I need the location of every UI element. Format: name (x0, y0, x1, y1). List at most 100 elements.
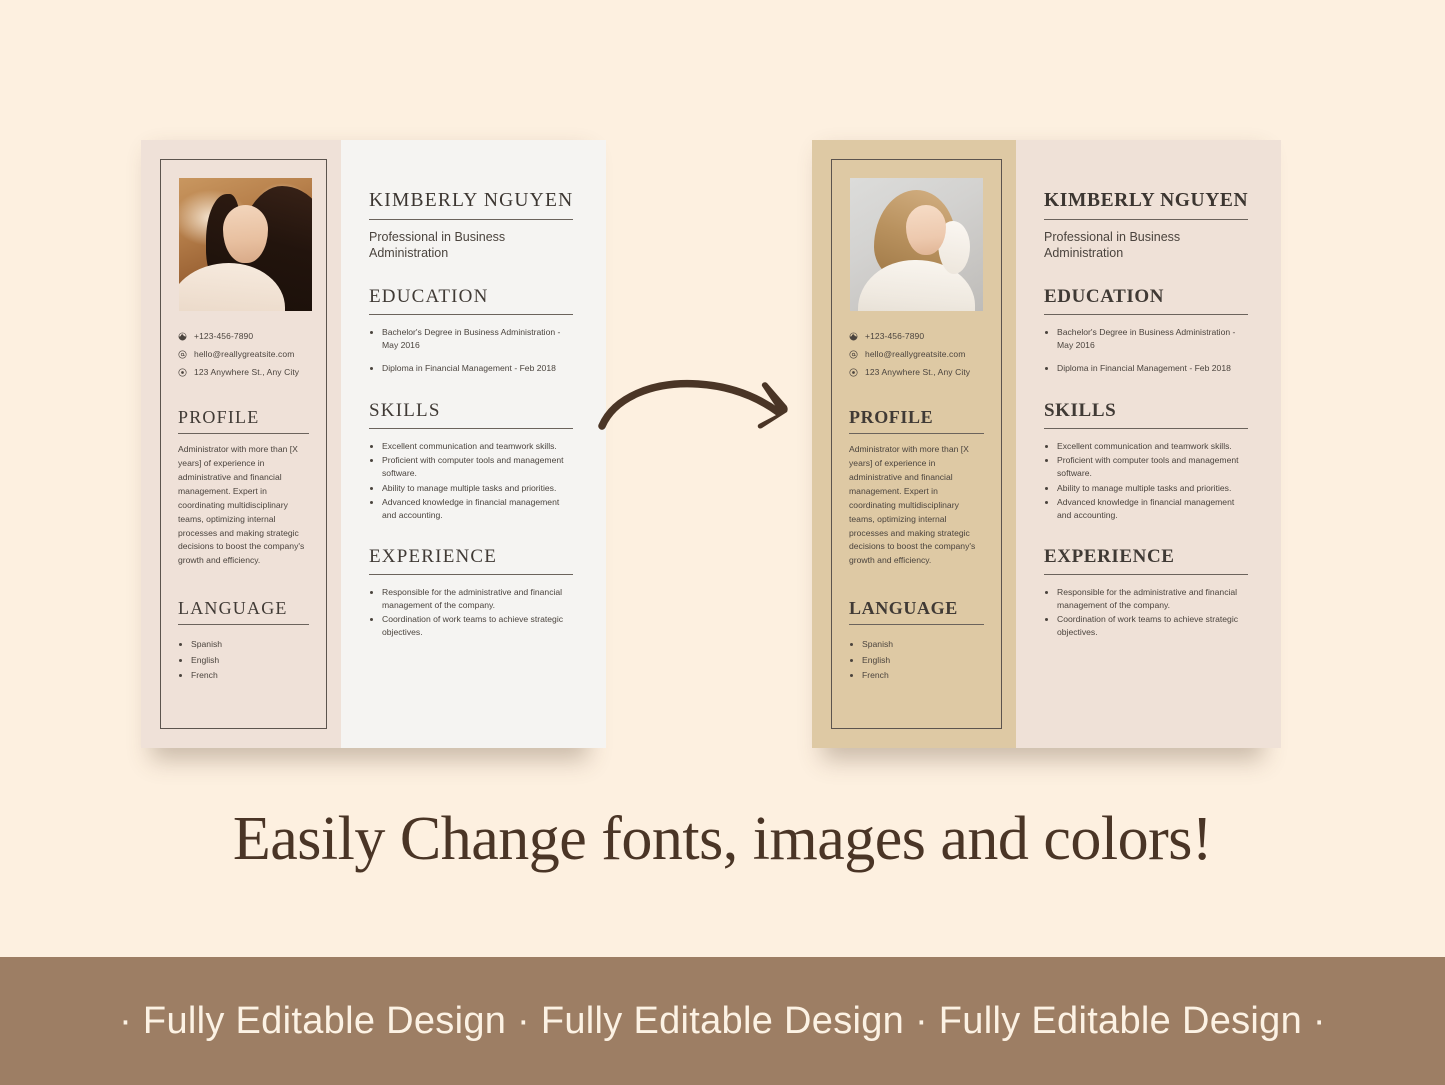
contact-value: hello@reallygreatsite.com (865, 349, 966, 359)
candidate-role: Professional in Business Administration (369, 230, 506, 260)
page-headline: Easily Change fonts, images and colors! (232, 805, 1213, 873)
list-item: Bachelor's Degree in Business Administra… (382, 326, 573, 351)
profile-text: Administrator with more than [X years] o… (178, 444, 305, 566)
list-item: Coordination of work teams to achieve st… (1057, 613, 1248, 638)
list-item: Advanced knowledge in financial manageme… (1057, 496, 1248, 521)
list-item: Advanced knowledge in financial manageme… (382, 496, 573, 521)
contact-value: 123 Anywhere St., Any City (194, 367, 300, 377)
list-item: English (191, 654, 309, 667)
section-heading-skills: SKILLS (369, 399, 441, 421)
education-list: Bachelor's Degree in Business Administra… (1057, 326, 1248, 375)
list-item: Proficient with computer tools and manag… (1057, 454, 1248, 479)
list-item: Responsible for the administrative and f… (382, 586, 573, 611)
section-heading-experience: EXPERIENCE (369, 546, 498, 568)
section-education: EDUCATION Bachelor's Degree in Business … (369, 286, 574, 375)
name-rule (1044, 219, 1249, 220)
section-heading-experience: EXPERIENCE (1044, 546, 1175, 568)
list-item: Responsible for the administrative and f… (1057, 586, 1248, 611)
section-experience: EXPERIENCE Responsible for the administr… (1044, 546, 1249, 638)
banner-text: · Fully Editable Design · Fully Editable… (119, 999, 1326, 1042)
resume-card-recolored[interactable]: +123-456-7890 hello@reallygreatsite.com … (812, 140, 1282, 748)
list-item: French (191, 669, 309, 682)
candidate-name: KIMBERLY NGUYEN (369, 190, 574, 211)
sidebar-inner-frame: +123-456-7890 hello@reallygreatsite.com … (831, 159, 1002, 729)
contact-item-email[interactable]: hello@reallygreatsite.com (849, 349, 984, 359)
section-skills: SKILLS Excellent communication and teamw… (369, 399, 574, 521)
resume-sidebar: +123-456-7890 hello@reallygreatsite.com … (812, 140, 1016, 748)
list-item: Coordination of work teams to achieve st… (382, 613, 573, 638)
profile-photo (179, 178, 312, 311)
email-at-icon (849, 349, 858, 359)
section-language: LANGUAGE Spanish English French (178, 598, 309, 682)
contact-value: +123-456-7890 (194, 331, 254, 341)
resume-sidebar: +123-456-7890 hello@reallygreatsite.com … (141, 140, 341, 748)
contact-value: +123-456-7890 (865, 331, 925, 341)
heading-rule (849, 624, 984, 626)
skills-list: Excellent communication and teamwork ski… (1057, 440, 1248, 521)
contact-item-phone[interactable]: +123-456-7890 (849, 331, 984, 341)
contact-item-email[interactable]: hello@reallygreatsite.com (178, 349, 309, 359)
resume-main-column: KIMBERLY NGUYEN Professional in Business… (1016, 140, 1282, 748)
section-heading-profile: PROFILE (178, 407, 260, 427)
section-language: LANGUAGE Spanish English French (849, 598, 984, 682)
contact-item-address[interactable]: 123 Anywhere St., Any City (849, 367, 984, 377)
list-item: French (862, 669, 984, 682)
list-item: Ability to manage multiple tasks and pri… (1057, 482, 1248, 495)
profile-photo (850, 178, 983, 311)
heading-rule (849, 433, 984, 434)
heading-rule (178, 433, 309, 434)
section-education: EDUCATION Bachelor's Degree in Business … (1044, 286, 1249, 375)
experience-list: Responsible for the administrative and f… (1057, 586, 1248, 638)
phone-icon (178, 332, 187, 341)
heading-rule (1044, 574, 1249, 576)
curved-arrow-right-icon (598, 372, 798, 438)
heading-rule (1044, 314, 1249, 316)
section-heading-education: EDUCATION (1044, 286, 1165, 308)
contact-value: 123 Anywhere St., Any City (865, 367, 971, 377)
sidebar-inner-frame: +123-456-7890 hello@reallygreatsite.com … (160, 159, 327, 729)
contact-value: hello@reallygreatsite.com (194, 349, 295, 359)
list-item: Bachelor's Degree in Business Administra… (1057, 326, 1248, 351)
heading-rule (1044, 427, 1249, 429)
heading-rule (369, 314, 574, 316)
resume-main-column: KIMBERLY NGUYEN Professional in Business… (341, 140, 607, 748)
contact-item-phone[interactable]: +123-456-7890 (178, 331, 309, 341)
experience-list: Responsible for the administrative and f… (382, 586, 573, 638)
language-list: Spanish English French (191, 638, 309, 682)
candidate-name: KIMBERLY NGUYEN (1044, 190, 1249, 211)
list-item: English (862, 654, 984, 667)
section-heading-education: EDUCATION (369, 286, 489, 308)
list-item: Excellent communication and teamwork ski… (1057, 440, 1248, 453)
contact-list: +123-456-7890 hello@reallygreatsite.com … (178, 331, 309, 377)
section-profile: PROFILE Administrator with more than [X … (849, 407, 984, 568)
profile-text: Administrator with more than [X years] o… (849, 444, 976, 566)
heading-rule (178, 624, 309, 626)
list-item: Diploma in Financial Management - Feb 20… (1057, 362, 1248, 375)
email-at-icon (178, 349, 187, 359)
contact-item-address[interactable]: 123 Anywhere St., Any City (178, 367, 309, 377)
section-heading-language: LANGUAGE (178, 598, 288, 619)
section-profile: PROFILE Administrator with more than [X … (178, 407, 309, 568)
section-heading-language: LANGUAGE (849, 598, 958, 619)
contact-list: +123-456-7890 hello@reallygreatsite.com … (849, 331, 984, 377)
heading-rule (369, 427, 574, 429)
section-experience: EXPERIENCE Responsible for the administr… (369, 546, 574, 638)
candidate-role: Professional in Business Administration (1044, 230, 1181, 260)
location-pin-icon (178, 367, 187, 377)
language-list: Spanish English French (862, 638, 984, 682)
section-heading-profile: PROFILE (849, 407, 934, 427)
photo-arm-detail (937, 220, 970, 274)
resume-card-original[interactable]: +123-456-7890 hello@reallygreatsite.com … (141, 140, 607, 748)
phone-icon (849, 332, 858, 341)
skills-list: Excellent communication and teamwork ski… (382, 440, 573, 521)
list-item: Proficient with computer tools and manag… (382, 454, 573, 479)
list-item: Spanish (191, 638, 309, 651)
bottom-banner: · Fully Editable Design · Fully Editable… (0, 957, 1445, 1085)
name-rule (369, 219, 574, 220)
list-item: Ability to manage multiple tasks and pri… (382, 482, 573, 495)
education-list: Bachelor's Degree in Business Administra… (382, 326, 573, 375)
heading-rule (369, 574, 574, 576)
list-item: Excellent communication and teamwork ski… (382, 440, 573, 453)
list-item: Spanish (862, 638, 984, 651)
list-item: Diploma in Financial Management - Feb 20… (382, 362, 573, 375)
